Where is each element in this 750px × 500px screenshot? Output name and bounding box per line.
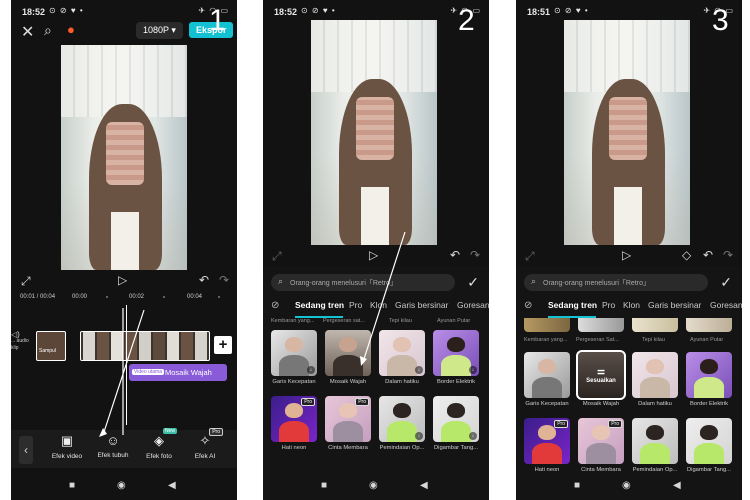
effects-sheet: ⌕ Orang-orang menelusuri「Retro」 ✓ ⊘ Seda…: [516, 266, 742, 500]
tab-pro[interactable]: Pro: [602, 300, 615, 310]
effect-label: Mosaik Wajah: [582, 401, 620, 407]
thumb-body: [532, 443, 562, 464]
search-icon: ⌕: [531, 276, 537, 286]
thumb-face: [699, 358, 719, 374]
video-preview: [564, 20, 690, 245]
mosaic-face: [609, 96, 648, 160]
recents-icon[interactable]: ■: [574, 480, 580, 491]
search-placeholder: Orang-orang menelusuri「Retro」: [543, 280, 650, 287]
tab-clone[interactable]: Klon: [623, 300, 640, 310]
previous-row-thumbs: [516, 318, 742, 334]
thumb-body: [694, 377, 724, 398]
effect-optical-scan[interactable]: Pemindaian Op...: [632, 418, 678, 473]
nav-bar: ■ ◉ ◀: [516, 474, 742, 500]
home-icon[interactable]: ◉: [622, 480, 631, 491]
play-icon[interactable]: ▷: [622, 248, 631, 262]
no-effect-icon[interactable]: ⊘: [524, 300, 532, 311]
phone-screen-effect-applied: 18:51 ⊙ ⊘ ♥ • ✈ ◠ ▭ 3 ⤢ ▷ ◇ ↶ ↷ ⌕ Orang-…: [516, 0, 742, 500]
effect-speed-lines[interactable]: Garis Kecepatan: [524, 352, 570, 407]
undo-icon[interactable]: ↶: [703, 248, 713, 262]
status-icons: ⊙ ⊘ ♥ •: [554, 6, 589, 15]
previous-row-labels: Kembaran yang... Pergeseran Sat... Tepi …: [516, 334, 742, 346]
effect-search-input[interactable]: ⌕ Orang-orang menelusuri「Retro」: [524, 274, 708, 291]
thumb-face: [645, 424, 665, 440]
thumb-face: [537, 358, 557, 374]
effect-label: Pemindaian Op...: [632, 467, 678, 473]
effect-thumbnail: [686, 352, 732, 398]
category-tabs: ⊘ Sedang tren Pro Klon Garis bersinar Go…: [516, 300, 742, 316]
sliders-icon: ⚌: [596, 366, 606, 376]
keyframe-icon[interactable]: ◇: [682, 248, 691, 262]
status-time: 18:51: [527, 7, 551, 17]
arrow-head: [99, 428, 107, 437]
annotation-arrow: [360, 231, 406, 366]
shirt-shape: [614, 186, 643, 245]
effect-label: Dalam hatiku: [638, 401, 672, 407]
effect-thumbnail-selected: ⚌ Sesuaikan: [576, 350, 626, 400]
effect-thumbnail: [632, 352, 678, 398]
tab-strokes[interactable]: Goresan: [710, 300, 742, 310]
annotation-arrows: [99, 308, 145, 437]
effect-label: Hati neon: [534, 467, 560, 473]
effect-label: Digambar Tang...: [686, 467, 732, 473]
thumb-body: [640, 377, 670, 398]
arrow-head: [360, 356, 367, 366]
pro-badge: Pro: [608, 420, 622, 428]
tab-trending[interactable]: Sedang tren: [548, 300, 597, 310]
effect-label: Pergeseran Sat...: [576, 337, 619, 343]
back-icon[interactable]: ◀: [673, 480, 681, 491]
effect-thumbnail: [632, 418, 678, 464]
phone-screen-editor: 18:52 ⊙ ⊘ ♥ • ✈ ◠ ▭ ✕ ⌕ ● 1080P ▾ Ekspor…: [11, 0, 237, 500]
pro-badge: Pro: [554, 420, 568, 428]
effect-hand-drawn[interactable]: Digambar Tang...: [686, 418, 732, 473]
adjust-overlay[interactable]: ⚌ Sesuaikan: [578, 366, 624, 384]
redo-icon[interactable]: ↷: [723, 248, 733, 262]
effect-in-my-heart[interactable]: Dalam hatiku: [632, 352, 678, 407]
effect-face-mosaic-selected[interactable]: ⚌ Sesuaikan Mosaik Wajah: [576, 350, 626, 407]
thumb-strip: [686, 318, 732, 332]
effect-burning-love[interactable]: Pro Cinta Membara: [578, 418, 624, 473]
phone-screen-effects: 18:52 ⊙ ⊘ ♥ • ✈ ◠ ▭ 2 ⤢ ▷ ↶ ↷ ⌕ Orang-or…: [263, 0, 489, 500]
confirm-check-icon[interactable]: ✓: [720, 274, 732, 291]
thumb-face: [699, 424, 719, 440]
thumb-face: [645, 358, 665, 374]
fullscreen-icon[interactable]: ⤢: [525, 249, 535, 264]
effect-electric-border[interactable]: Border Elektrik: [686, 352, 732, 407]
arrow-line: [362, 231, 406, 363]
effect-label: Tepi kilau: [642, 337, 665, 343]
thumb-strip: [632, 318, 678, 332]
effect-label: Ayunan Putar: [690, 337, 724, 343]
thumb-strip: [578, 318, 624, 332]
thumb-strip: [524, 318, 570, 332]
thumb-body: [694, 443, 724, 464]
adjust-label: Sesuaikan: [586, 378, 616, 384]
effect-label: Cinta Membara: [581, 467, 621, 473]
effect-label: Garis Kecepatan: [525, 401, 569, 407]
thumb-body: [586, 443, 616, 464]
effect-thumbnail: Pro: [524, 418, 570, 464]
effect-thumbnail: [686, 418, 732, 464]
tab-glow-lines[interactable]: Garis bersinar: [648, 300, 701, 310]
effect-thumbnail: Pro: [578, 418, 624, 464]
effect-neon-heart[interactable]: Pro Hati neon: [524, 418, 570, 473]
step-number: 3: [712, 4, 729, 37]
thumb-body: [640, 443, 670, 464]
effect-thumbnail: [524, 352, 570, 398]
effect-label: Border Elektrik: [689, 401, 728, 407]
effect-label: Kembaran yang...: [524, 337, 568, 343]
thumb-body: [532, 377, 562, 398]
